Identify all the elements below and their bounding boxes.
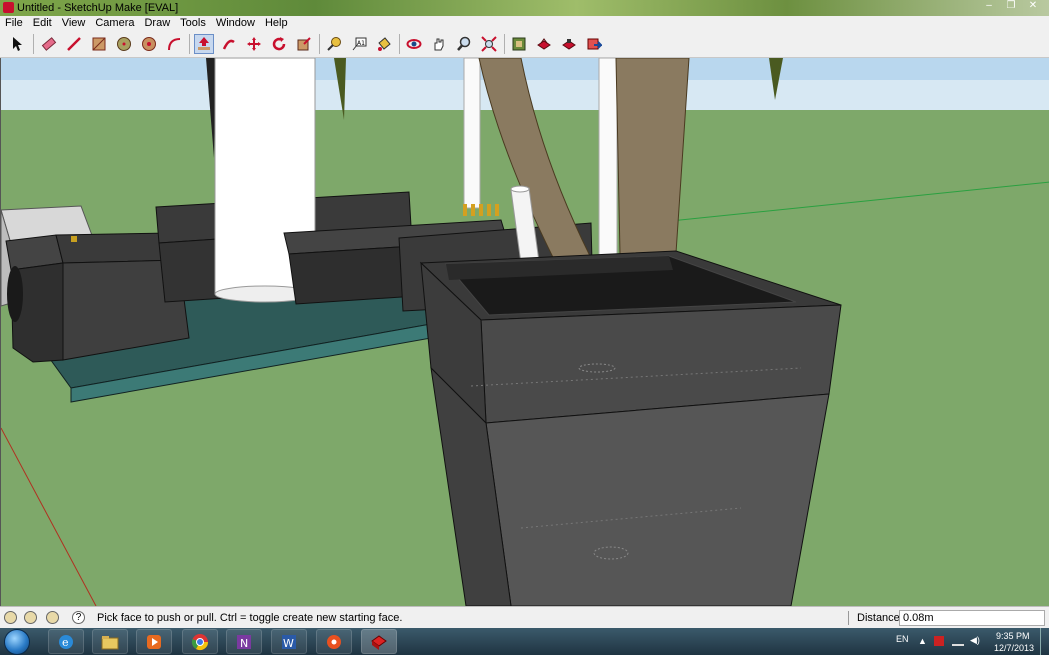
menu-help[interactable]: Help	[260, 16, 293, 30]
svg-text:W: W	[283, 637, 294, 650]
menu-view[interactable]: View	[57, 16, 91, 30]
window-title: Untitled - SketchUp Make [EVAL]	[17, 2, 179, 14]
scale-tool-icon[interactable]	[294, 34, 314, 54]
show-desktop-button[interactable]	[1040, 628, 1049, 655]
word-icon[interactable]: W	[271, 629, 307, 654]
onenote-icon[interactable]: N	[226, 629, 262, 654]
menu-bar: File Edit View Camera Draw Tools Window …	[0, 16, 1049, 30]
show-hidden-icons-icon[interactable]: ▲	[918, 636, 927, 646]
zoom-tool-icon[interactable]	[454, 34, 474, 54]
sketchup-logo-icon	[3, 2, 14, 13]
volume-icon[interactable]: ◀)	[970, 635, 980, 646]
clock-time[interactable]: 9:35 PM	[996, 631, 1030, 641]
file-explorer-icon[interactable]	[92, 629, 128, 654]
credits-icon[interactable]	[24, 611, 37, 624]
warehouse-icon[interactable]	[509, 34, 529, 54]
close-button[interactable]: ✕	[1023, 0, 1043, 13]
user-icon[interactable]	[46, 611, 59, 624]
polygon-tool-icon[interactable]	[139, 34, 159, 54]
text-tool-icon[interactable]: A1	[349, 34, 369, 54]
rotate-tool-icon[interactable]	[269, 34, 289, 54]
title-bar: Untitled - SketchUp Make [EVAL] – ❐ ✕	[0, 0, 1049, 16]
sketchup-window: Untitled - SketchUp Make [EVAL] – ❐ ✕ Fi…	[0, 0, 1049, 655]
minimize-button[interactable]: –	[979, 0, 999, 13]
send-to-layout-icon[interactable]	[584, 34, 604, 54]
model-scene	[1, 58, 1049, 606]
app-orange-icon[interactable]	[316, 629, 352, 654]
menu-draw[interactable]: Draw	[139, 16, 175, 30]
menu-window[interactable]: Window	[211, 16, 260, 30]
menu-edit[interactable]: Edit	[28, 16, 57, 30]
tape-measure-tool-icon[interactable]	[324, 34, 344, 54]
chrome-icon[interactable]	[182, 629, 218, 654]
zoom-extents-tool-icon[interactable]	[479, 34, 499, 54]
follow-me-tool-icon[interactable]	[219, 34, 239, 54]
windows-taskbar: e N W EN ▲ ◀) 9:35 PM 12/7/2013	[0, 628, 1049, 655]
start-button[interactable]	[4, 629, 30, 655]
restore-button[interactable]: ❐	[1001, 0, 1021, 13]
push-pull-tool-icon[interactable]	[194, 34, 214, 54]
paint-bucket-tool-icon[interactable]	[374, 34, 394, 54]
sketchup-icon[interactable]	[361, 629, 397, 654]
menu-file[interactable]: File	[0, 16, 28, 30]
circle-tool-icon[interactable]	[114, 34, 134, 54]
select-tool-icon[interactable]	[8, 34, 28, 54]
status-bar: ? Pick face to push or pull. Ctrl = togg…	[0, 606, 1049, 628]
eraser-tool-icon[interactable]	[39, 34, 59, 54]
extension-warehouse-icon[interactable]	[559, 34, 579, 54]
svg-text:A1: A1	[357, 40, 365, 47]
menu-tools[interactable]: Tools	[175, 16, 211, 30]
model-viewport[interactable]	[0, 58, 1049, 606]
main-toolbar: A1	[0, 30, 1049, 58]
pan-tool-icon[interactable]	[429, 34, 449, 54]
instructor-help-icon[interactable]: ?	[72, 611, 85, 624]
geo-location-icon[interactable]	[4, 611, 17, 624]
arc-tool-icon[interactable]	[164, 34, 184, 54]
svg-text:e: e	[62, 636, 69, 649]
svg-text:N: N	[240, 637, 248, 650]
clock-date[interactable]: 12/7/2013	[994, 643, 1034, 653]
line-tool-icon[interactable]	[64, 34, 84, 54]
menu-camera[interactable]: Camera	[90, 16, 139, 30]
move-tool-icon[interactable]	[244, 34, 264, 54]
share-model-icon[interactable]	[534, 34, 554, 54]
measurement-label: Distance	[857, 612, 900, 624]
status-hint: Pick face to push or pull. Ctrl = toggle…	[97, 612, 403, 624]
language-indicator[interactable]: EN	[896, 634, 909, 644]
rectangle-tool-icon[interactable]	[89, 34, 109, 54]
measurement-input[interactable]: 0.08m	[899, 610, 1045, 626]
media-player-icon[interactable]	[136, 629, 172, 654]
network-icon[interactable]	[952, 636, 964, 646]
orbit-tool-icon[interactable]	[404, 34, 424, 54]
action-center-icon[interactable]	[934, 636, 944, 646]
internet-explorer-icon[interactable]: e	[48, 629, 84, 654]
